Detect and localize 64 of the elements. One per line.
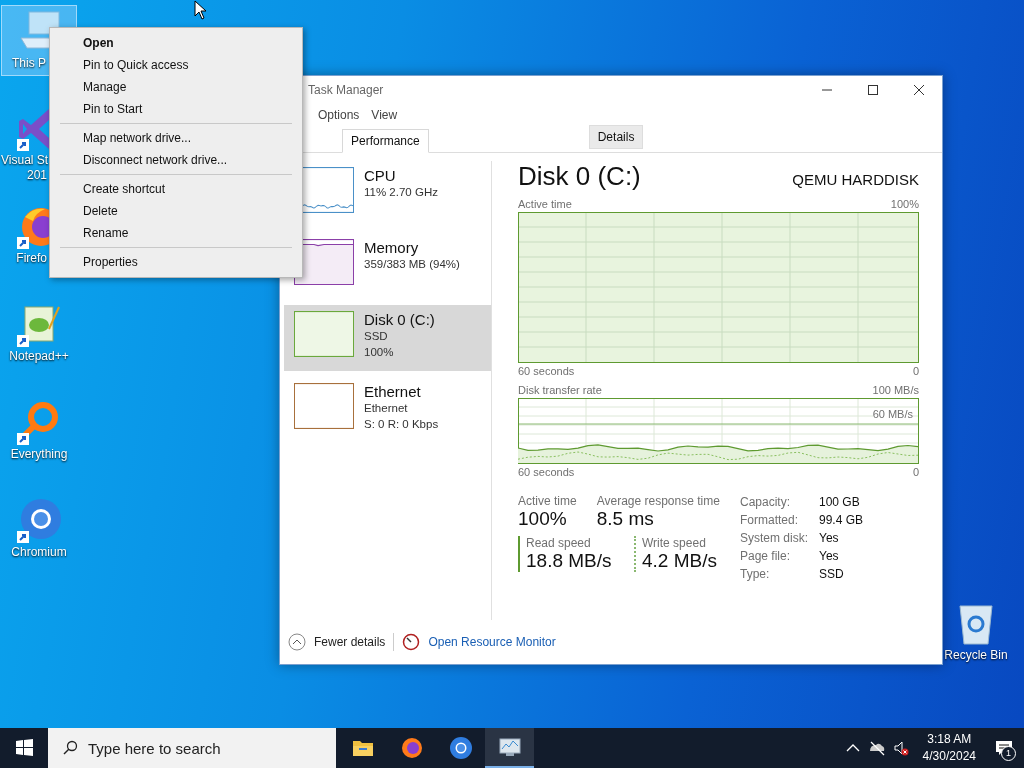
notification-badge: 1 xyxy=(1001,746,1016,761)
chromium-icon xyxy=(448,736,473,760)
desktop-shortcut[interactable]: Recycle Bin xyxy=(944,600,1008,663)
stat-label: Active time xyxy=(518,494,577,508)
menu-item[interactable]: Pin to Start xyxy=(50,98,302,120)
resource-item[interactable]: Disk 0 (C:) SSD 100% xyxy=(284,305,491,371)
disk-thumbnail xyxy=(294,311,354,357)
property-label: Type: xyxy=(740,566,771,582)
property-label: Capacity: xyxy=(740,494,792,510)
monitor-chart-icon xyxy=(497,735,522,759)
cursor-icon xyxy=(194,0,206,20)
resource-item[interactable]: Ethernet Ethernet S: 0 R: 0 Kbps xyxy=(284,377,491,443)
tab[interactable]: Performance xyxy=(342,129,429,153)
ethernet-thumbnail xyxy=(294,383,354,429)
stat-label: Write speed xyxy=(642,536,707,550)
network-offline-icon[interactable] xyxy=(868,740,885,756)
chart-min-label: 0 xyxy=(912,465,919,480)
chart-marker-label: 60 MB/s xyxy=(872,408,913,420)
chromium-icon xyxy=(15,497,63,545)
menu-item[interactable]: Properties xyxy=(50,251,302,273)
menu-item[interactable]: Rename xyxy=(50,222,302,244)
chart-span-label: 60 seconds xyxy=(518,364,575,379)
firefox-icon xyxy=(399,736,424,760)
disk-model: QEMU HARDDISK xyxy=(792,171,919,188)
property-label: Formatted: xyxy=(740,512,800,528)
gauge-icon xyxy=(402,633,421,651)
property-label: Page file: xyxy=(740,548,792,564)
notification-button[interactable]: 1 xyxy=(984,728,1024,768)
menu-item[interactable]: View xyxy=(371,108,398,122)
chart-max-label: 100% xyxy=(890,197,919,212)
property-value: 99.4 GB xyxy=(819,512,864,528)
property-value: 100 GB xyxy=(819,494,861,510)
fewer-details-button[interactable]: Fewer details xyxy=(288,633,386,651)
menu-item[interactable]: Options xyxy=(318,108,360,122)
window-title: Task Manager xyxy=(308,83,384,97)
property-label: System disk: xyxy=(740,530,809,546)
chart-max-label: 100 MB/s xyxy=(872,383,919,398)
disk-title: Disk 0 (C:) xyxy=(518,161,641,192)
chart-span-label: 60 seconds xyxy=(518,465,575,480)
search-field[interactable]: Type here to search xyxy=(48,728,336,768)
speaker-muted-icon[interactable] xyxy=(892,740,909,756)
clock[interactable]: 3:18 AM 4/30/2024 xyxy=(912,731,984,765)
property-value: SSD xyxy=(819,566,845,582)
stat-value: 100% xyxy=(518,508,568,530)
search-icon xyxy=(62,740,78,756)
task-manager-taskbar-button[interactable] xyxy=(485,728,534,768)
stat-value: 18.8 MB/s xyxy=(526,550,613,572)
tab[interactable]: Details xyxy=(588,125,644,149)
stat-value: 4.2 MB/s xyxy=(642,550,717,572)
menu-item[interactable]: Delete xyxy=(50,200,302,222)
collapse-icon xyxy=(288,633,306,651)
chart-min-label: 0 xyxy=(912,364,919,379)
chart-label: Disk transfer rate xyxy=(518,383,602,398)
stat-value: 8.5 ms xyxy=(596,508,655,530)
menu-item[interactable]: Create shortcut xyxy=(50,178,302,200)
menu-item[interactable]: Manage xyxy=(50,76,302,98)
menu-item[interactable]: Map network drive... xyxy=(50,127,302,149)
property-value: Yes xyxy=(819,530,840,546)
stat-label: Read speed xyxy=(526,536,592,550)
menu-item[interactable]: Disconnect network drive... xyxy=(50,149,302,171)
resource-monitor-link[interactable]: Open Resource Monitor xyxy=(402,633,556,651)
chart-label: Active time xyxy=(518,197,572,212)
property-value: Yes xyxy=(819,548,840,564)
stat-label: Average response time xyxy=(596,494,720,508)
